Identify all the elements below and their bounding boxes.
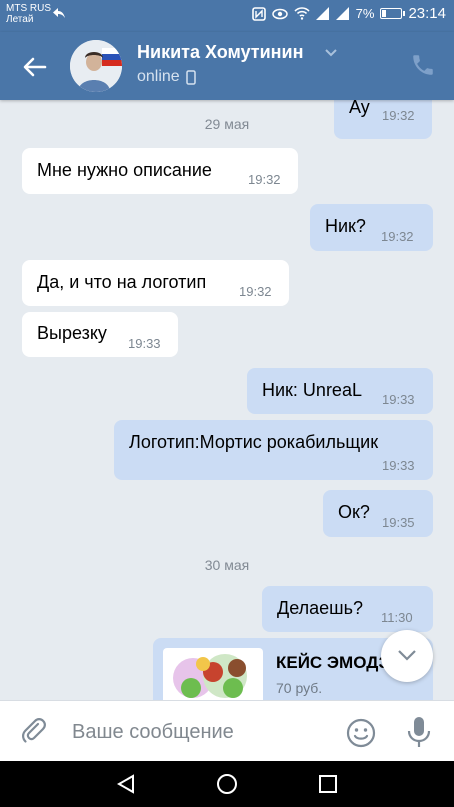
message-time: 19:32	[248, 172, 281, 187]
product-price: 70 руб.	[276, 680, 323, 696]
mic-icon[interactable]	[404, 715, 434, 749]
message-list[interactable]: Ау 19:32 29 мая Мне нужно описание 19:32…	[0, 100, 454, 700]
message-time: 19:33	[382, 392, 415, 407]
message-time: 19:32	[239, 284, 272, 299]
chat-header: Никита Хомутинин online	[0, 32, 454, 100]
message-bubble-out[interactable]: Ник? 19:32	[310, 204, 433, 251]
clock: 23:14	[408, 5, 446, 22]
nav-home-icon[interactable]	[216, 773, 238, 795]
message-bubble-out[interactable]: Ок? 19:35	[323, 490, 433, 537]
message-bubble-in[interactable]: Мне нужно описание 19:32	[22, 148, 298, 194]
wifi-icon	[294, 7, 310, 20]
message-time: 19:33	[382, 458, 415, 473]
system-nav-bar	[0, 761, 454, 807]
message-text: Ок?	[338, 502, 370, 522]
message-time: 19:33	[128, 336, 161, 351]
message-bubble-out[interactable]: Логотип:Мортис рокабильщик 19:33	[114, 420, 433, 480]
back-arrow-icon[interactable]	[20, 52, 50, 82]
message-bubble-in[interactable]: Да, и что на логотип 19:32	[22, 260, 289, 306]
battery-percent: 7%	[355, 6, 375, 21]
avatar[interactable]	[70, 40, 122, 92]
chevron-down-icon[interactable]	[324, 48, 338, 58]
message-text: Вырезку	[37, 323, 107, 343]
phone-icon[interactable]	[410, 52, 436, 78]
date-separator: 29 мая	[204, 116, 250, 132]
message-text: Ник: UnreaL	[262, 380, 362, 400]
carrier-line-2: Летай	[6, 14, 34, 25]
carrier-name: MTS RUS Летай	[6, 3, 51, 25]
message-input[interactable]	[72, 717, 312, 747]
message-time: 19:35	[382, 515, 415, 530]
contact-name[interactable]: Никита Хомутинин	[137, 42, 304, 63]
status-text: online	[137, 68, 180, 85]
nav-back-icon[interactable]	[115, 773, 137, 795]
message-time: 11:30	[381, 610, 413, 625]
product-title: КЕЙС ЭМОДЗ	[276, 653, 390, 672]
message-text: Ник?	[325, 216, 366, 236]
message-text: Делаешь?	[277, 598, 363, 618]
date-separator: 30 мая	[204, 557, 250, 573]
message-composer	[0, 700, 454, 761]
contact-status: online	[137, 68, 196, 86]
scroll-down-button[interactable]	[381, 630, 433, 682]
status-icons: 7% 23:14	[251, 5, 446, 22]
signal-icon-1	[315, 7, 329, 20]
message-text: Логотип:Мортис рокабильщик	[129, 432, 379, 452]
product-image	[163, 648, 263, 700]
signal-icon-2	[335, 7, 349, 20]
attach-icon[interactable]	[20, 717, 48, 745]
status-bar: MTS RUS Летай 7% 23:14	[0, 0, 454, 32]
message-text: Да, и что на логотип	[37, 272, 207, 292]
mobile-icon	[185, 69, 196, 85]
message-bubble-in[interactable]: Вырезку 19:33	[22, 312, 178, 357]
scroll-down-icon	[398, 650, 416, 661]
carrier-line-1: MTS RUS	[6, 3, 51, 14]
emoji-icon[interactable]	[346, 718, 376, 748]
nfc-icon	[251, 6, 266, 21]
battery-icon	[380, 8, 406, 19]
reply-arrow-icon	[53, 8, 65, 18]
nav-recent-icon[interactable]	[318, 774, 338, 794]
eye-icon	[271, 8, 288, 19]
message-bubble-out[interactable]: Делаешь? 11:30	[262, 586, 433, 632]
message-text: Мне нужно описание	[37, 160, 212, 180]
message-bubble-out[interactable]: Ник: UnreaL 19:33	[247, 368, 433, 414]
message-time: 19:32	[381, 229, 414, 244]
avatar-photo	[70, 40, 122, 92]
